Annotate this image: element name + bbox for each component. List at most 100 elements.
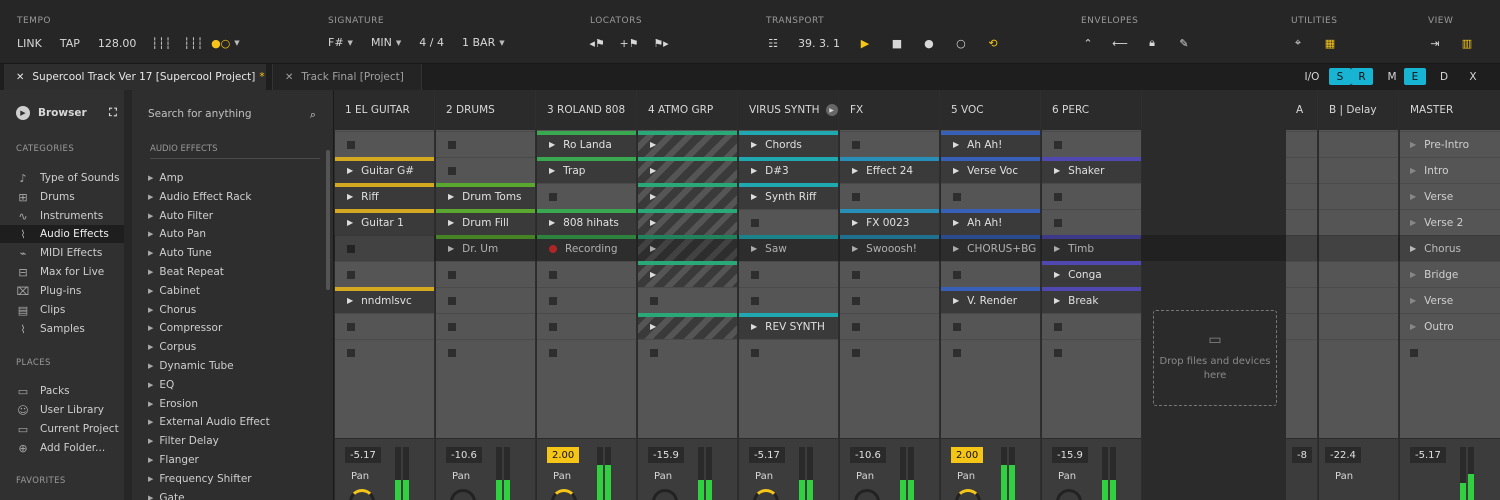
volume-value[interactable]: -10.6 [446,447,482,463]
key-select[interactable]: F# ▼ [328,36,353,49]
effect-item[interactable]: ▶ Auto Tune [148,244,212,262]
clip-slot[interactable]: ▶ Drum Toms [436,183,535,209]
stop-clip-icon[interactable] [448,348,456,357]
scene-launch[interactable]: ▶ Pre-Intro [1400,131,1500,157]
scene-launch[interactable] [1400,339,1500,365]
track-header[interactable]: A [1286,90,1317,130]
category-samples[interactable]: ⌇ Samples [0,320,132,338]
clip-slot[interactable]: ▶ Riff [335,183,434,209]
clip-slot[interactable]: ▶ Synth Riff [739,183,838,209]
effect-item[interactable]: ▶ Chorus [148,301,196,319]
clip-slot[interactable] [840,261,939,287]
clip-slot[interactable] [941,339,1040,365]
volume-value[interactable]: -8 [1292,447,1312,463]
stop-clip-icon[interactable] [751,270,759,279]
pan-knob[interactable] [450,489,476,500]
pan-knob[interactable] [551,489,577,500]
track-header[interactable]: 2 DRUMS [436,90,535,130]
clip-slot[interactable] [335,235,434,261]
clip-slot[interactable]: ▶ Effect 24 [840,157,939,183]
track-header[interactable]: VIRUS SYNTH ▶ [739,90,838,130]
stop-clip-icon[interactable] [549,322,557,331]
clip-slot[interactable] [840,183,939,209]
arrangement-view-icon[interactable]: ▥ [1460,36,1474,50]
play-clip-icon[interactable]: ▶ [650,166,656,175]
category-clips[interactable]: ▤ Clips [0,301,132,319]
clip-slot[interactable] [1042,209,1141,235]
volume-value[interactable]: -5.17 [345,447,381,463]
effect-item[interactable]: ▶ Beat Repeat [148,263,224,281]
clip-slot[interactable] [335,131,434,157]
stop-clip-icon[interactable] [347,270,355,279]
pan-knob[interactable] [854,489,880,500]
stop-clip-icon[interactable] [852,322,860,331]
overdub-icon[interactable]: ○ [954,36,968,50]
clip-slot[interactable] [1042,339,1141,365]
clip-slot[interactable]: ▶ Trap [537,157,636,183]
track-header[interactable]: 5 VOC [941,90,1040,130]
clip-slot[interactable] [335,313,434,339]
back-to-arrangement-icon[interactable]: ⟵ [1112,36,1128,50]
stop-clip-icon[interactable] [751,296,759,305]
clip-slot[interactable] [537,313,636,339]
clip-slot[interactable] [840,339,939,365]
clip-slot[interactable] [739,261,838,287]
stop-clip-icon[interactable] [448,296,456,305]
scale-select[interactable]: MIN ▼ [371,36,401,49]
nudge-down-icon[interactable]: ┆┆┆ [151,36,171,50]
play-clip-icon[interactable]: ▶ [448,192,454,201]
play-clip-icon[interactable]: ▶ [751,322,757,331]
effect-item[interactable]: ▶ Audio Effect Rack [148,188,251,206]
scene-launch[interactable]: ▶ Verse 2 [1400,209,1500,235]
place-add-folder[interactable]: ⊕ Add Folder... [0,439,132,457]
volume-value[interactable]: -15.9 [1052,447,1088,463]
place-user-library[interactable]: ☺ User Library [0,401,132,419]
keyboard-icon[interactable]: ▦ [1323,36,1337,50]
stop-clip-icon[interactable] [953,322,961,331]
stop-clip-icon[interactable] [650,348,658,357]
stop-icon[interactable]: ■ [890,36,904,50]
clip-slot[interactable]: ▶ [638,235,737,261]
clip-slot[interactable] [1042,313,1141,339]
clip-slot[interactable]: ▶ Drum Fill [436,209,535,235]
clip-slot[interactable] [941,183,1040,209]
prev-locator-icon[interactable]: ◂⚑ [589,36,604,50]
clip-slot[interactable] [537,183,636,209]
sidebar-scrollbar[interactable] [124,90,132,500]
scene-launch[interactable]: ▶ Outro [1400,313,1500,339]
play-clip-icon[interactable]: ▶ [953,166,959,175]
returns-toggle[interactable]: R [1351,68,1373,85]
clip-slot[interactable]: ▶ Dr. Um [436,235,535,261]
volume-value[interactable]: -5.17 [1410,447,1446,463]
clip-slot[interactable] [840,131,939,157]
clip-slot[interactable] [436,157,535,183]
tab-supercool[interactable]: ✕ Supercool Track Ver 17 [Supercool Proj… [4,64,266,90]
effect-item[interactable]: ▶ External Audio Effect [148,413,270,431]
stop-clip-icon[interactable] [1054,140,1062,149]
clip-slot[interactable]: ▶ [638,209,737,235]
place-packs[interactable]: ▭ Packs [0,382,132,400]
pencil-icon[interactable]: ✎ [1177,36,1191,50]
clip-slot[interactable] [436,287,535,313]
track-header[interactable]: B | Delay [1319,90,1398,130]
song-position[interactable]: 39. 3. 1 [798,37,840,50]
next-locator-icon[interactable]: ⚑▸ [653,36,668,50]
pan-knob[interactable] [349,489,375,500]
volume-value[interactable]: 2.00 [547,447,580,463]
effect-item[interactable]: ▶ Amp [148,169,183,187]
pan-knob[interactable] [955,489,981,500]
clip-slot[interactable]: ▶ Ro Landa [537,131,636,157]
stop-clip-icon[interactable] [852,296,860,305]
play-clip-icon[interactable]: ▶ [549,218,555,227]
play-clip-icon[interactable]: ▶ [852,244,858,253]
io-toggle[interactable]: I/O [1299,68,1325,85]
play-clip-icon[interactable]: ▶ [751,166,757,175]
play-clip-icon[interactable]: ▶ [347,192,353,201]
play-clip-icon[interactable]: ▶ [852,166,858,175]
category-audio-effects[interactable]: ⌇ Audio Effects [0,225,132,243]
clip-slot[interactable] [537,261,636,287]
play-clip-icon[interactable]: ▶ [1054,270,1060,279]
effect-item[interactable]: ▶ Filter Delay [148,432,219,450]
play-scene-icon[interactable]: ▶ [1410,140,1416,149]
category-max-for-live[interactable]: ⊟ Max for Live [0,263,132,281]
